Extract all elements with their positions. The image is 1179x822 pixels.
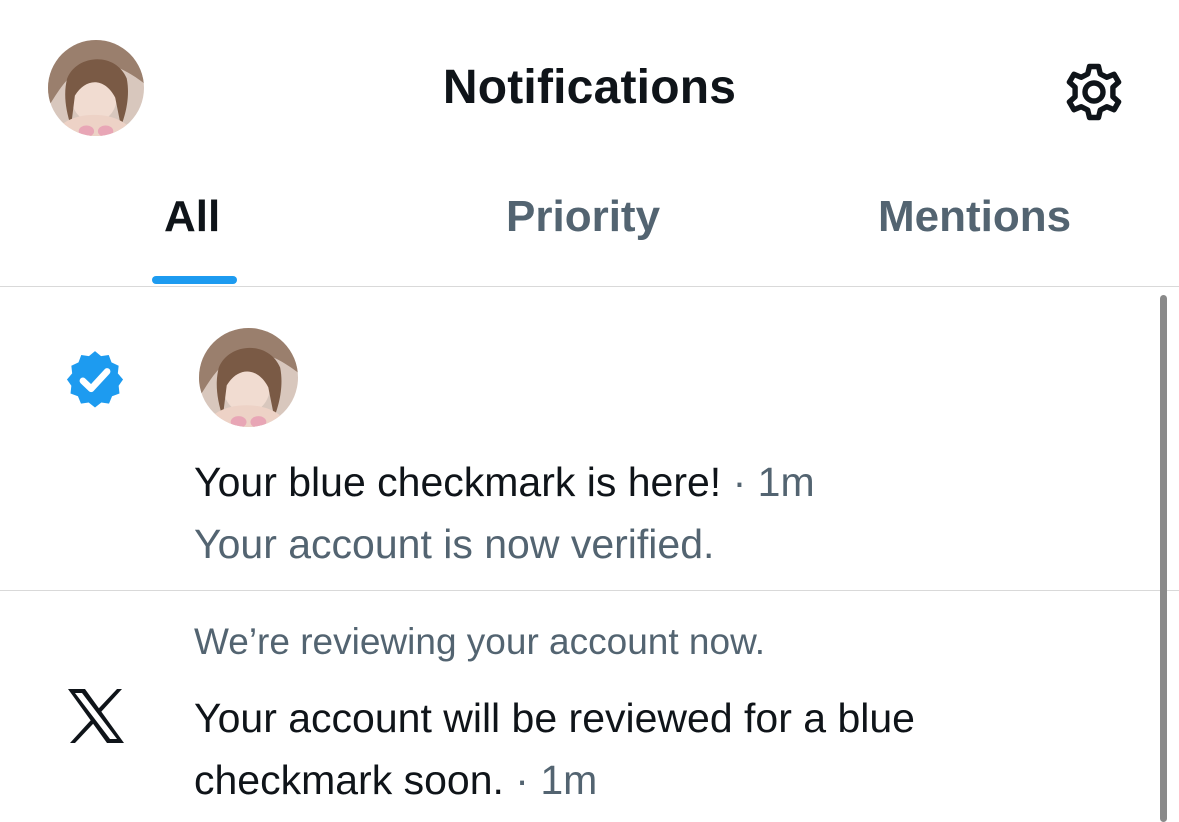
gear-icon <box>1066 63 1122 121</box>
settings-button[interactable] <box>1058 56 1130 128</box>
notification-title: Your blue checkmark is here! · 1m <box>194 459 815 506</box>
active-tab-indicator <box>152 276 237 284</box>
verified-badge-icon <box>62 347 128 413</box>
notification-separator: · <box>721 459 758 505</box>
tab-all[interactable]: All <box>164 192 220 242</box>
notification-tabs: All Priority Mentions <box>0 170 1179 286</box>
notification-time: 1m <box>540 757 598 803</box>
notification-body-line-1: Your account will be reviewed for a blue <box>194 695 915 741</box>
avatar-image <box>199 328 298 427</box>
notification-preface: We’re reviewing your account now. <box>194 621 766 662</box>
tab-priority[interactable]: Priority <box>506 192 660 242</box>
notification-subtitle: Your account is now verified. <box>194 521 715 567</box>
notification-body-line-2: checkmark soon. · 1m <box>194 757 597 804</box>
notification-title-text: Your blue checkmark is here! <box>194 459 722 505</box>
page-title: Notifications <box>442 61 737 114</box>
user-avatar[interactable] <box>199 328 298 427</box>
tab-mentions[interactable]: Mentions <box>878 192 1071 242</box>
header: Notifications <box>0 0 1179 170</box>
notification-separator: · <box>503 757 541 803</box>
scrollbar[interactable] <box>1160 295 1167 822</box>
notification-body-text: checkmark soon. <box>194 757 504 803</box>
notification-item-review[interactable]: We’re reviewing your account now. Your a… <box>0 591 1179 822</box>
x-logo-icon <box>66 688 126 744</box>
notification-time: 1m <box>757 459 815 505</box>
notification-item-verified[interactable]: Your blue checkmark is here! · 1m Your a… <box>0 287 1179 590</box>
